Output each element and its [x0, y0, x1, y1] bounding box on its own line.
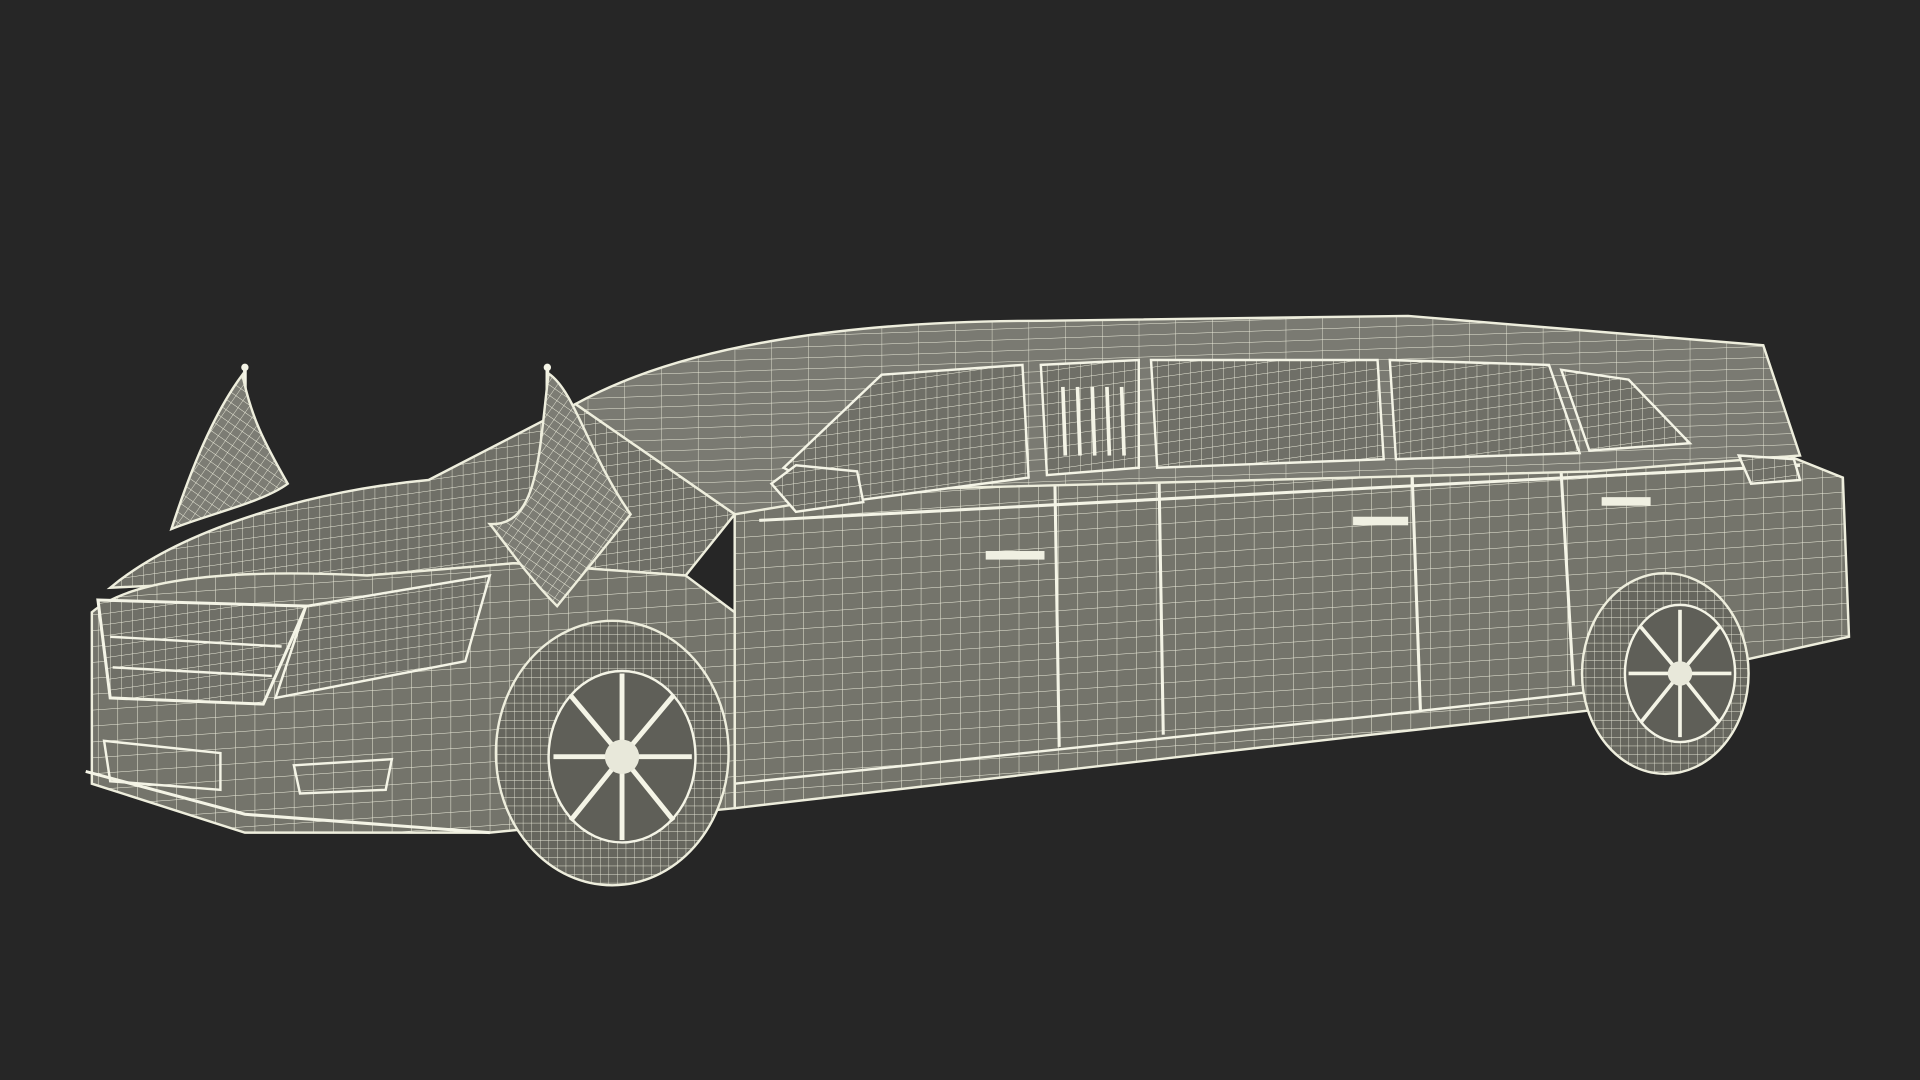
flag-left [169, 363, 290, 532]
taillight [1736, 454, 1802, 485]
front-wheel [494, 619, 730, 887]
limousine-wireframe [85, 314, 1851, 887]
rear-wheel [1580, 571, 1750, 776]
render-viewport [0, 0, 1920, 1080]
